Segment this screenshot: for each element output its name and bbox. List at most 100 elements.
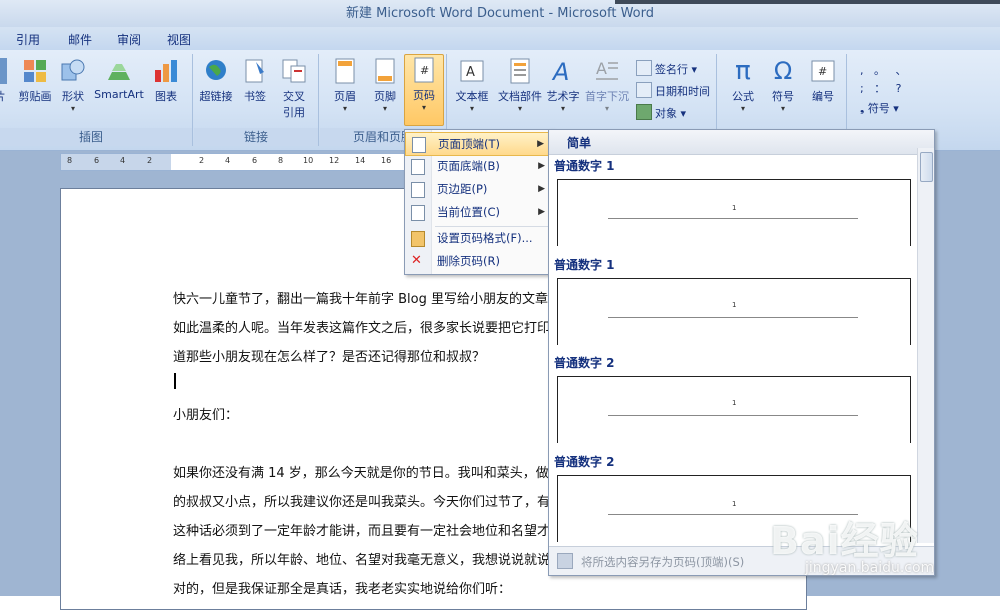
chart-button[interactable]: 图表	[148, 56, 184, 104]
equation-button[interactable]: π 公式 ▾	[724, 56, 762, 113]
gallery-scrollbar[interactable]	[917, 148, 934, 543]
ruler-tick: 6	[252, 156, 258, 165]
save-selection-as-page-number[interactable]: 将所选内容另存为页码(顶端)(S)	[581, 554, 744, 570]
header-line	[608, 415, 858, 416]
document-line[interactable]: 如此温柔的人呢。当年发表这篇作文之后，很多家长说要把它打印	[173, 317, 550, 336]
links-group: 超链接 书签 交叉 引用 链接	[194, 54, 319, 146]
smartart-button[interactable]: SmartArt	[94, 56, 144, 101]
menu-item-format-page-numbers[interactable]: 设置页码格式(F)...	[405, 227, 553, 249]
gallery-item-label: 普通数字 1	[554, 159, 615, 173]
menu-item-current-position[interactable]: 当前位置(C) ▶	[405, 201, 553, 223]
chart-icon	[153, 58, 179, 84]
page-number-marker: 1	[732, 204, 737, 212]
special-symbol-button[interactable]: ❟ 符号 ▾	[860, 100, 899, 116]
numbering-icon: #	[810, 58, 836, 84]
quick-parts-icon	[507, 58, 533, 84]
document-line[interactable]: 的叔叔又小点，所以我建议你还是叫我菜头。今天你们过节了，有些	[173, 491, 563, 510]
title-bar-overlay	[615, 0, 1000, 4]
menu-item-page-margins[interactable]: 页边距(P) ▶	[405, 178, 553, 200]
gallery-item-label: 普通数字 2	[554, 356, 615, 370]
page-bottom-icon	[411, 159, 425, 175]
bookmark-button[interactable]: 书签	[238, 56, 272, 104]
page-number-icon: #	[411, 57, 437, 83]
smartart-icon	[106, 58, 132, 84]
tab-view[interactable]: 视图	[167, 31, 191, 48]
menu-item-remove-page-numbers[interactable]: ✕ 删除页码(R)	[405, 250, 553, 272]
shapes-icon	[60, 58, 86, 84]
submenu-arrow-icon: ▶	[538, 207, 545, 217]
svg-text:A: A	[551, 58, 569, 84]
menu-item-bottom-of-page[interactable]: 页面底端(B) ▶	[405, 155, 553, 177]
ruler-tick: 4	[225, 156, 231, 165]
chevron-down-icon: ▾	[342, 104, 347, 113]
page-number-button[interactable]: # 页码 ▾	[404, 54, 444, 126]
shapes-button[interactable]: 形状 ▾	[58, 56, 88, 113]
quick-parts-button[interactable]: 文档部件 ▾	[496, 56, 544, 113]
page-number-marker: 1	[732, 301, 737, 309]
gallery-item-plain-number-1b[interactable]: 1	[557, 278, 911, 345]
document-line[interactable]: 络上看见我，所以年龄、地位、名望对我毫无意义，我想说说就说了	[173, 549, 563, 568]
svg-text:#: #	[818, 65, 827, 78]
save-selection-icon	[557, 553, 573, 569]
ruler-tick: 2	[199, 156, 205, 165]
punctuation-row-2[interactable]: ; ： ?	[860, 80, 902, 96]
chevron-down-icon: ▾	[70, 104, 75, 113]
cross-reference-button[interactable]: 交叉 引用	[276, 56, 312, 120]
page-top-icon	[412, 137, 426, 153]
symbol-button[interactable]: Ω 符号 ▾	[764, 56, 802, 113]
chevron-down-icon: ▾	[421, 103, 426, 112]
pi-icon: π	[735, 56, 751, 86]
chevron-down-icon: ▾	[560, 104, 565, 113]
watermark-url: jingyan.baidu.com	[805, 560, 935, 576]
document-line[interactable]: 这种话必须到了一定年龄才能讲，而且要有一定社会地位和名望才	[173, 520, 550, 539]
illustrations-group: 片 剪贴画 形状 ▾ SmartArt 图表 插图	[0, 54, 193, 146]
ribbon-tabs: 引用 邮件 审阅 视图	[0, 27, 1000, 50]
header-line	[608, 218, 858, 219]
gallery-item-plain-number-1[interactable]: 1	[557, 179, 911, 246]
textbox-button[interactable]: A 文本框 ▾	[452, 56, 492, 113]
submenu-arrow-icon: ▶	[538, 161, 545, 171]
submenu-arrow-icon: ▶	[538, 184, 545, 194]
svg-text:A: A	[466, 65, 475, 80]
svg-text:A: A	[596, 59, 607, 78]
page-number-menu: 页面顶端(T) ▶ 页面底端(B) ▶ 页边距(P) ▶ 当前位置(C) ▶ 设…	[404, 129, 554, 275]
gallery-item-plain-number-2[interactable]: 1	[557, 376, 911, 443]
chevron-down-icon: ▾	[740, 104, 745, 113]
footer-button[interactable]: 页脚 ▾	[366, 56, 404, 113]
submenu-arrow-icon: ▶	[537, 139, 544, 149]
ruler-tick: 10	[303, 156, 314, 165]
document-line[interactable]: 对的，但是我保证那全是真话，我老老实实地说给你们听：	[173, 578, 511, 597]
menu-item-top-of-page[interactable]: 页面顶端(T) ▶	[405, 132, 553, 156]
page-number-gallery: 简单 普通数字 1 1 普通数字 1 1 普通数字 2 1 普通数字 2 1 将…	[548, 129, 935, 576]
picture-icon	[0, 58, 7, 84]
document-line[interactable]: 如果你还没有满 14 岁，那么今天就是你的节日。我叫和菜头，做	[173, 462, 549, 481]
hyperlink-button[interactable]: 超链接	[196, 56, 236, 104]
tab-review[interactable]: 审阅	[117, 31, 141, 48]
signature-line-button[interactable]: 签名行 ▾	[636, 60, 697, 77]
gallery-item-label: 普通数字 1	[554, 258, 615, 272]
numbering-button[interactable]: # 编号	[804, 56, 842, 104]
tab-mailings[interactable]: 邮件	[68, 31, 92, 48]
tab-references[interactable]: 引用	[16, 31, 40, 48]
ruler-tick: 16	[381, 156, 392, 165]
drop-cap-button[interactable]: A 首字下沉 ▾	[584, 56, 630, 113]
ruler-tick: 6	[94, 156, 100, 165]
punctuation-row-1[interactable]: , 。 、	[860, 62, 906, 78]
object-button[interactable]: 对象 ▾	[636, 104, 686, 121]
chevron-down-icon: ▾	[780, 104, 785, 113]
calendar-icon	[636, 82, 652, 98]
header-button[interactable]: 页眉 ▾	[326, 56, 364, 113]
picture-button[interactable]: 片	[0, 56, 10, 104]
scrollbar-thumb[interactable]	[920, 152, 933, 182]
title-bar: 新建 Microsoft Word Document - Microsoft W…	[0, 0, 1000, 27]
date-time-button[interactable]: 日期和时间	[636, 82, 710, 99]
document-line[interactable]: 道那些小朋友现在怎么样了？是否还记得那位和叔叔？	[173, 346, 485, 365]
textbox-icon: A	[459, 58, 485, 84]
ruler-tick: 8	[67, 156, 73, 165]
ruler-tick: 12	[329, 156, 340, 165]
document-line[interactable]: 小朋友们：	[173, 404, 238, 423]
page-number-marker: 1	[732, 500, 737, 508]
document-line[interactable]: 快六一儿童节了，翻出一篇我十年前字 Blog 里写给小朋友的文章	[173, 288, 548, 307]
wordart-button[interactable]: A 艺术字 ▾	[544, 56, 582, 113]
clipart-button[interactable]: 剪贴画	[14, 56, 56, 104]
